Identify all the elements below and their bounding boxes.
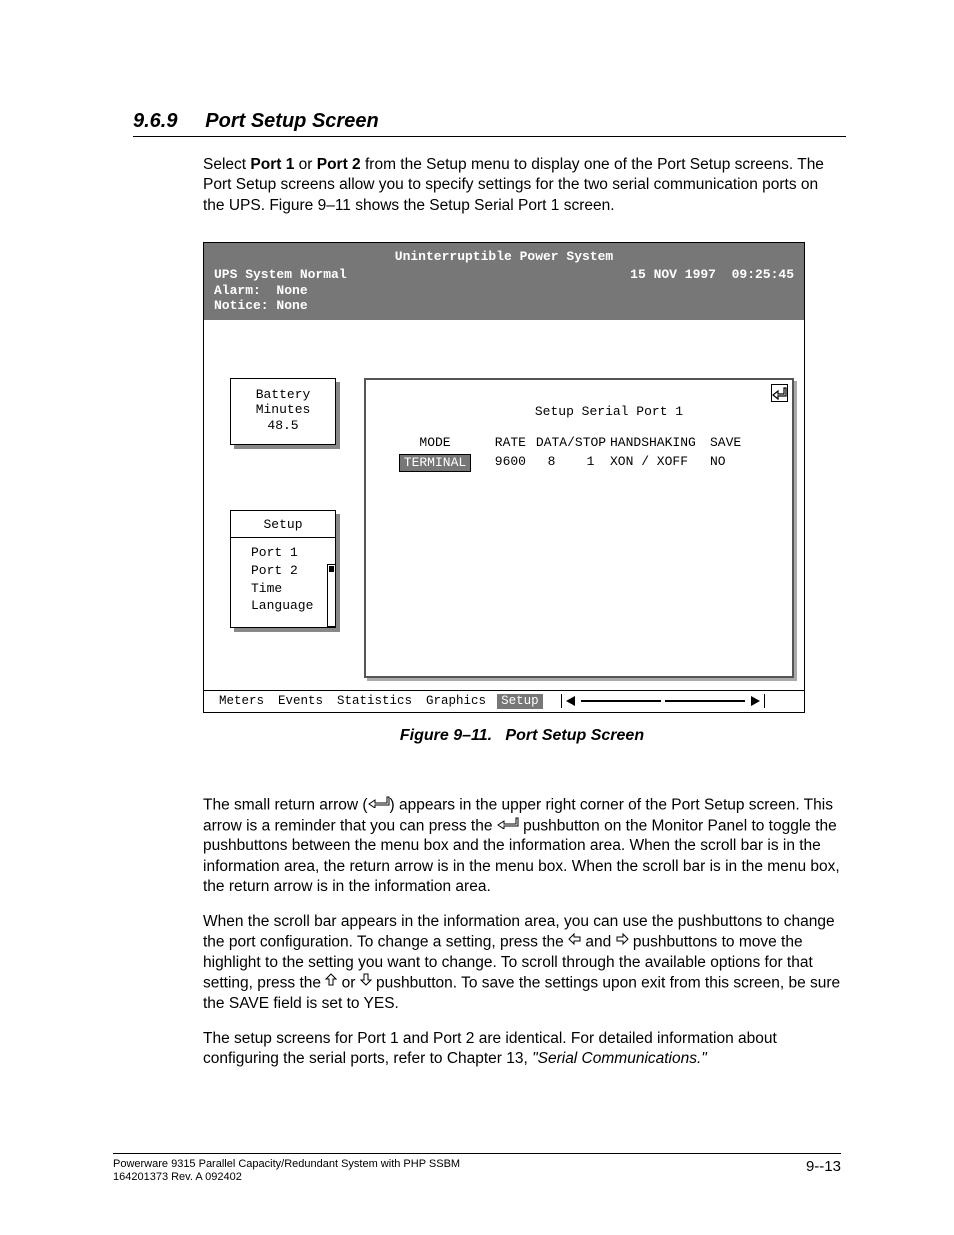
datetime: 15 NOV 1997 09:25:45 xyxy=(630,267,794,283)
menu-scrollbar[interactable] xyxy=(327,564,336,626)
screen-footer: Meters Events Statistics Graphics Setup xyxy=(204,690,804,712)
figure-caption: Figure 9–11. Port Setup Screen xyxy=(203,727,841,745)
right-arrow-icon xyxy=(616,931,629,951)
intro-paragraph: Select Port 1 or Port 2 from the Setup m… xyxy=(203,155,841,216)
body-paragraph-1: The small return arrow () appears in the… xyxy=(203,795,841,898)
return-arrow-icon[interactable] xyxy=(771,384,788,402)
setup-item-port2[interactable]: Port 2 xyxy=(241,562,325,580)
return-arrow-inline-icon xyxy=(368,794,390,814)
page-footer: Powerware 9315 Parallel Capacity/Redunda… xyxy=(113,1153,841,1186)
footer-scroll-indicator xyxy=(557,694,769,708)
port-headers: MODE RATE DATA/STOP HANDSHAKING SAVE xyxy=(386,435,782,451)
body-paragraph-2: When the scroll bar appears in the infor… xyxy=(203,912,841,1015)
setup-menu: Setup Port 1 Port 2 Time Language xyxy=(230,510,336,628)
screen-header: Uninterruptible Power System UPS System … xyxy=(204,243,804,319)
port-values: TERMINAL 9600 8 1 XON / XOFF NO xyxy=(386,454,782,472)
left-arrow-icon xyxy=(568,931,581,951)
notice-line: Notice: None xyxy=(214,298,794,314)
info-area: Setup Serial Port 1 MODE RATE DATA/STOP … xyxy=(364,378,794,678)
up-arrow-icon xyxy=(325,972,337,992)
setup-menu-title: Setup xyxy=(231,511,335,539)
rate-value[interactable]: 9600 xyxy=(484,454,526,472)
alarm-line: Alarm: None xyxy=(214,283,794,299)
page-number: 9--13 xyxy=(806,1158,841,1186)
handshake-value[interactable]: XON / XOFF xyxy=(610,454,710,472)
down-arrow-icon xyxy=(360,972,372,992)
section-heading: 9.6.9 Port Setup Screen xyxy=(133,110,846,137)
tab-graphics[interactable]: Graphics xyxy=(423,694,489,709)
datastop-value[interactable]: 8 1 xyxy=(532,454,610,472)
mode-value[interactable]: TERMINAL xyxy=(399,454,471,472)
save-value[interactable]: NO xyxy=(710,454,752,472)
port-setup-screen: Uninterruptible Power System UPS System … xyxy=(203,242,805,712)
screen-title: Uninterruptible Power System xyxy=(214,249,794,265)
return-arrow-inline-icon xyxy=(497,815,519,835)
battery-box: Battery Minutes 48.5 xyxy=(230,378,336,445)
tab-setup[interactable]: Setup xyxy=(497,694,543,709)
setup-item-port1[interactable]: Port 1 xyxy=(251,545,298,560)
setup-item-language[interactable]: Language xyxy=(241,597,325,615)
tab-statistics[interactable]: Statistics xyxy=(334,694,415,709)
status-line: UPS System Normal xyxy=(214,267,347,283)
tab-events[interactable]: Events xyxy=(275,694,326,709)
body-paragraph-3: The setup screens for Port 1 and Port 2 … xyxy=(203,1029,841,1070)
setup-item-time[interactable]: Time xyxy=(241,580,325,598)
port-panel-title: Setup Serial Port 1 xyxy=(436,404,782,420)
tab-meters[interactable]: Meters xyxy=(216,694,267,709)
